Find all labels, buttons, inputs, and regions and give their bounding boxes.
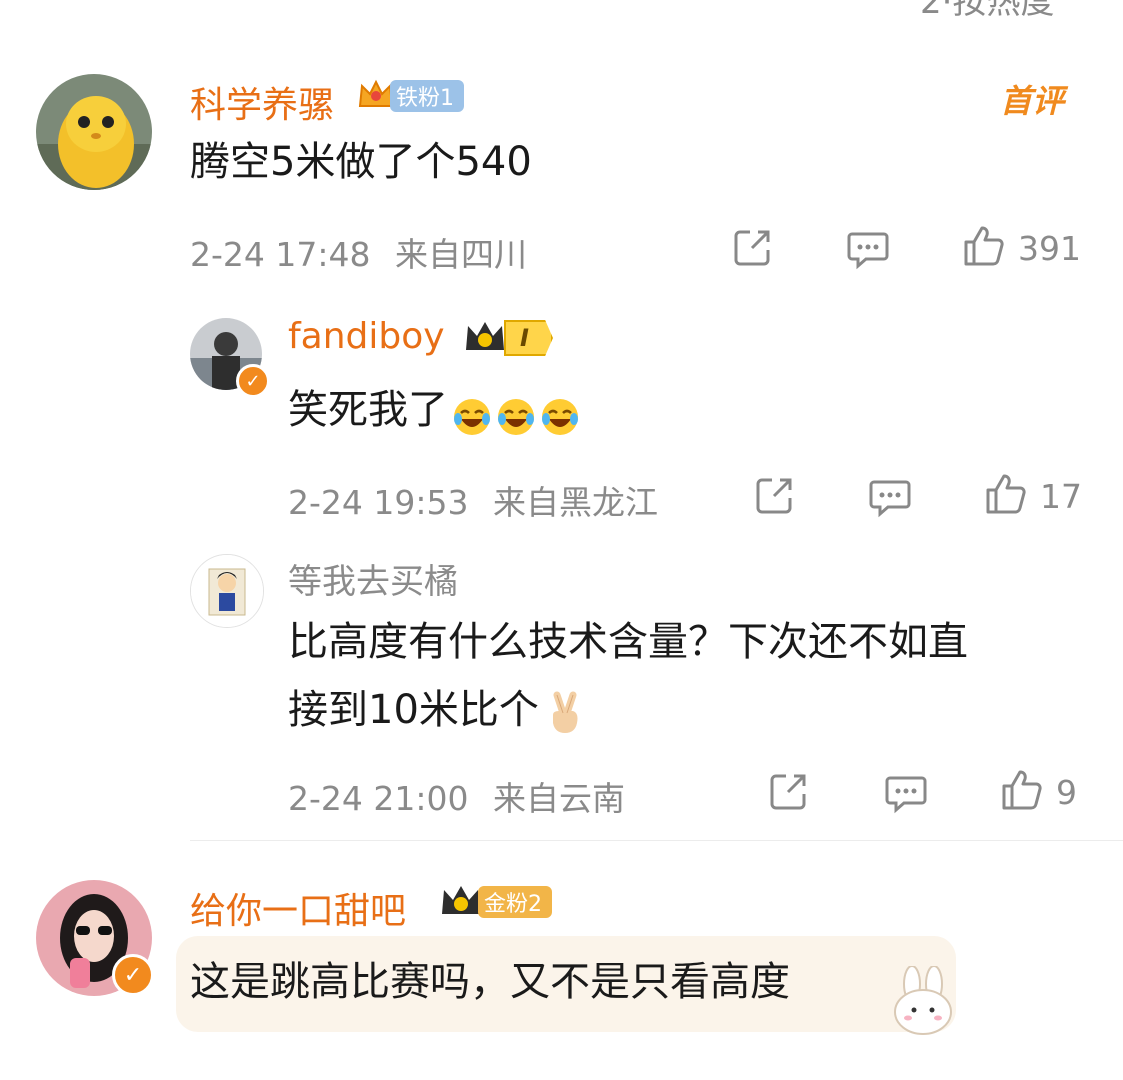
- laugh-cry-emoji-icon: [496, 390, 536, 435]
- avatar[interactable]: [36, 74, 152, 190]
- fan-level-badge: 铁粉1: [390, 80, 464, 112]
- verified-icon: ✓: [112, 954, 154, 996]
- like-icon: [962, 224, 1006, 272]
- share-icon: [732, 230, 774, 272]
- location: 来自四川: [395, 235, 527, 274]
- share-icon: [754, 478, 796, 520]
- like-count: 9: [1056, 772, 1077, 812]
- like-button[interactable]: 9: [1000, 768, 1077, 816]
- fan-badge: 金粉2: [438, 880, 552, 924]
- comment-button[interactable]: [868, 474, 912, 522]
- fan-level-badge: 金粉2: [478, 886, 552, 918]
- like-count: 17: [1040, 476, 1082, 516]
- share-button[interactable]: [754, 474, 796, 520]
- rank-label: I: [504, 320, 553, 356]
- victory-hand-emoji-icon: [543, 688, 587, 733]
- share-button[interactable]: [732, 226, 774, 272]
- comment-text: 这是跳高比赛吗，又不是只看高度: [190, 959, 790, 1005]
- like-count: 391: [1018, 228, 1081, 268]
- reply-text-line-2: 接到10米比个: [288, 676, 587, 744]
- reply-meta: 2-24 19:53 来自黑龙江: [288, 476, 658, 524]
- comment-icon: [846, 232, 890, 274]
- timestamp: 2-24 17:48: [190, 235, 371, 274]
- comment-divider: [190, 840, 1123, 841]
- timestamp: 2-24 19:53: [288, 483, 469, 522]
- comment-icon: [884, 776, 928, 818]
- bunny-sticker-icon: [890, 965, 956, 1040]
- laugh-cry-emoji-icon: [452, 390, 492, 435]
- fan-badge: 铁粉1: [356, 76, 464, 116]
- location: 来自黑龙江: [493, 483, 658, 522]
- avatar[interactable]: [190, 554, 264, 628]
- username[interactable]: 科学养骡: [190, 76, 334, 128]
- username[interactable]: 给你一口甜吧: [190, 882, 406, 934]
- verified-icon: ✓: [236, 364, 270, 398]
- share-icon: [768, 774, 810, 816]
- laugh-cry-emoji-icon: [540, 390, 580, 435]
- reply-text-line-1: 比高度有什么技术含量？下次还不如直: [288, 619, 968, 665]
- comment-icon: [868, 480, 912, 522]
- sort-toggle[interactable]: 2·按热度: [920, 0, 1054, 23]
- location: 来自云南: [493, 779, 625, 818]
- share-button[interactable]: [768, 770, 810, 816]
- comment-text: 腾空5米做了个540: [190, 139, 532, 185]
- username[interactable]: 等我去买橘: [288, 554, 458, 603]
- reply-meta: 2-24 21:00 来自云南: [288, 772, 625, 820]
- like-button[interactable]: 391: [962, 224, 1081, 272]
- comment-button[interactable]: [884, 770, 928, 818]
- reply-text: 笑死我了: [288, 376, 580, 444]
- vip-rank-badge: I: [462, 316, 553, 360]
- comment-button[interactable]: [846, 226, 890, 274]
- comment-meta: 2-24 17:48 来自四川: [190, 228, 527, 276]
- like-icon: [1000, 768, 1044, 816]
- like-icon: [984, 472, 1028, 520]
- first-comment-tag: 首评: [1000, 82, 1065, 120]
- timestamp: 2-24 21:00: [288, 779, 469, 818]
- crown-icon: [462, 316, 508, 360]
- username[interactable]: fandiboy: [288, 316, 445, 357]
- like-button[interactable]: 17: [984, 472, 1082, 520]
